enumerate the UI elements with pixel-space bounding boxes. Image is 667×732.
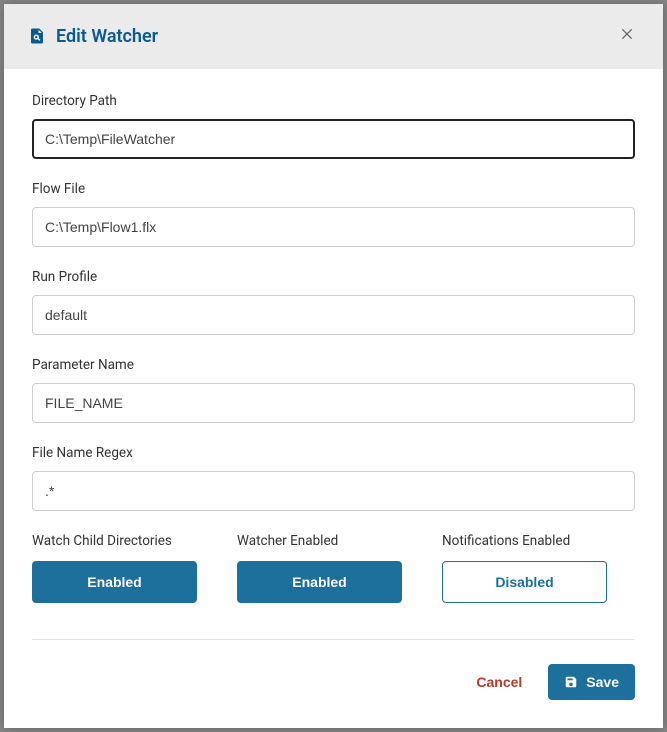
close-icon bbox=[619, 26, 635, 46]
input-file-name-regex[interactable] bbox=[32, 471, 635, 511]
toggle-row: Watch Child Directories Enabled Watcher … bbox=[32, 533, 635, 603]
field-directory-path: Directory Path bbox=[32, 93, 635, 159]
label-file-name-regex: File Name Regex bbox=[32, 445, 635, 461]
label-watcher-enabled: Watcher Enabled bbox=[237, 533, 402, 549]
field-file-name-regex: File Name Regex bbox=[32, 445, 635, 511]
close-button[interactable] bbox=[615, 22, 639, 51]
input-directory-path[interactable] bbox=[32, 119, 635, 159]
label-parameter-name: Parameter Name bbox=[32, 357, 635, 373]
save-button-label: Save bbox=[586, 674, 619, 690]
toggle-watcher-enabled: Watcher Enabled Enabled bbox=[237, 533, 402, 603]
toggle-button-watch-child[interactable]: Enabled bbox=[32, 561, 197, 603]
save-button[interactable]: Save bbox=[548, 664, 635, 700]
toggle-button-watcher-enabled[interactable]: Enabled bbox=[237, 561, 402, 603]
toggle-notifications: Notifications Enabled Disabled bbox=[442, 533, 607, 603]
modal-title: Edit Watcher bbox=[56, 26, 158, 47]
modal-title-wrap: Edit Watcher bbox=[28, 26, 158, 47]
save-icon bbox=[564, 675, 578, 689]
label-watch-child: Watch Child Directories bbox=[32, 533, 197, 549]
input-run-profile[interactable] bbox=[32, 295, 635, 335]
modal-header: Edit Watcher bbox=[4, 4, 663, 69]
input-parameter-name[interactable] bbox=[32, 383, 635, 423]
label-directory-path: Directory Path bbox=[32, 93, 635, 109]
field-flow-file: Flow File bbox=[32, 181, 635, 247]
toggle-button-notifications[interactable]: Disabled bbox=[442, 561, 607, 603]
input-flow-file[interactable] bbox=[32, 207, 635, 247]
cancel-button[interactable]: Cancel bbox=[476, 674, 522, 690]
field-parameter-name: Parameter Name bbox=[32, 357, 635, 423]
toggle-watch-child: Watch Child Directories Enabled bbox=[32, 533, 197, 603]
file-search-icon bbox=[28, 27, 46, 47]
label-notifications: Notifications Enabled bbox=[442, 533, 607, 549]
modal-body: Directory Path Flow File Run Profile Par… bbox=[4, 69, 663, 639]
modal-footer: Cancel Save bbox=[32, 639, 635, 728]
label-flow-file: Flow File bbox=[32, 181, 635, 197]
field-run-profile: Run Profile bbox=[32, 269, 635, 335]
label-run-profile: Run Profile bbox=[32, 269, 635, 285]
edit-watcher-modal: Edit Watcher Directory Path Flow File Ru… bbox=[4, 4, 663, 728]
